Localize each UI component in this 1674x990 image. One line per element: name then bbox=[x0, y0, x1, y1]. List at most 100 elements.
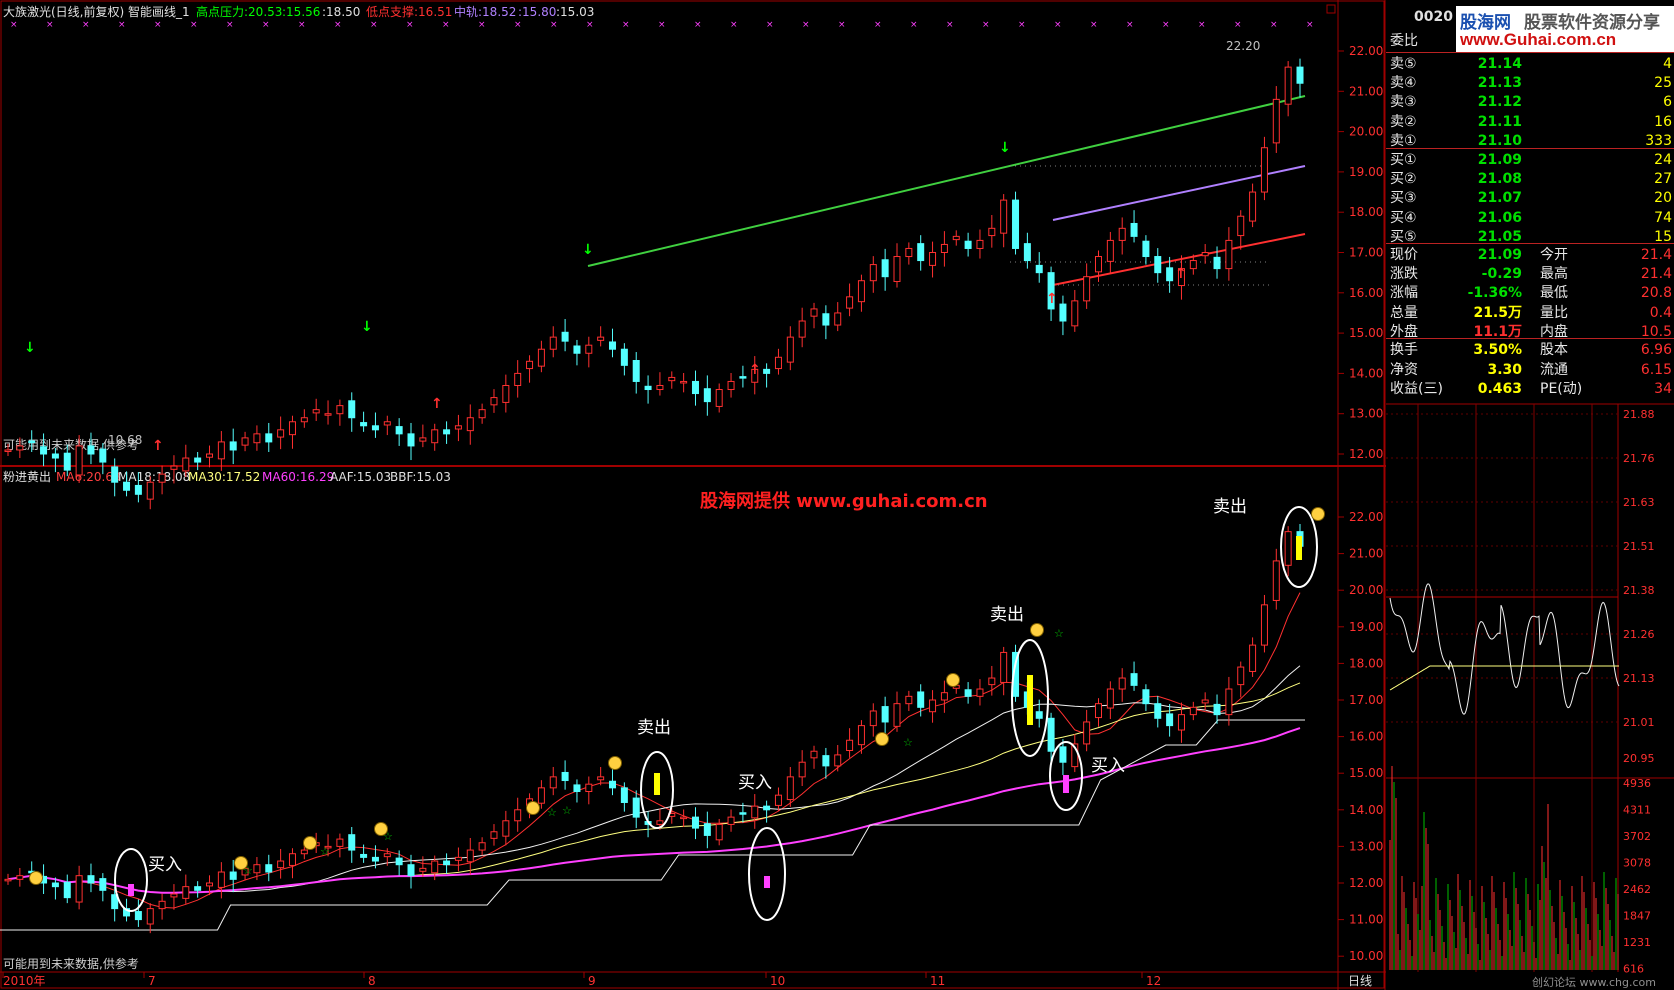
candle-body bbox=[123, 481, 131, 491]
quote-price: 21.14 bbox=[1477, 56, 1522, 72]
candle-body bbox=[940, 243, 948, 254]
candle-body bbox=[75, 875, 83, 903]
candle-body bbox=[656, 384, 664, 391]
y-tick-label: 17.00 bbox=[1349, 246, 1383, 260]
smiley-icon bbox=[608, 756, 622, 770]
candle-body bbox=[834, 312, 842, 326]
y-tick-label: 13.00 bbox=[1349, 839, 1383, 853]
signal-dot: × bbox=[586, 20, 594, 30]
candle-body bbox=[1177, 714, 1185, 731]
candle-body bbox=[371, 425, 379, 431]
signal-bar bbox=[1063, 775, 1069, 793]
candle-body bbox=[763, 805, 771, 811]
candle-body bbox=[158, 900, 166, 910]
y-tick-label: 14.00 bbox=[1349, 366, 1383, 380]
candle-body bbox=[502, 384, 510, 403]
resistance-line bbox=[587, 95, 1306, 267]
aaf-line bbox=[0, 719, 1305, 931]
candle-body bbox=[1296, 66, 1304, 84]
candle-body bbox=[28, 440, 36, 444]
candle-body bbox=[1023, 243, 1031, 262]
candle-body bbox=[857, 725, 865, 746]
candle-body bbox=[1272, 560, 1280, 601]
candle-body bbox=[739, 812, 747, 815]
candle-body bbox=[537, 787, 545, 804]
quote-row: 收益(三) 0.463 34 PE(动) bbox=[1386, 380, 1674, 399]
signal-dot: × bbox=[10, 20, 18, 30]
ma60-label: MA60:16.29 bbox=[262, 470, 334, 484]
quote-volume: 27 bbox=[1654, 171, 1672, 188]
candle-body bbox=[739, 376, 747, 379]
down-arrow-icon: ↓ bbox=[999, 140, 1011, 156]
top-markers: ↓ ↓ ↓ ↓ ↑ ↑ ↑ ↑ ↑ bbox=[24, 140, 1187, 454]
candle-body bbox=[63, 881, 71, 899]
quote-volume: 20.8 bbox=[1640, 285, 1672, 302]
candle-body bbox=[656, 820, 664, 825]
candle-body bbox=[1047, 717, 1055, 752]
intraday-volume-label: 616 bbox=[1623, 963, 1644, 976]
quote-row: 买④ 21.06 74 bbox=[1386, 209, 1674, 228]
signal-dot: × bbox=[1162, 20, 1170, 30]
quote-volume: 74 bbox=[1654, 209, 1672, 226]
candle-body bbox=[360, 422, 368, 427]
candle-body bbox=[1154, 703, 1162, 719]
top-y-axis: 22.00 21.00 20.00 19.00 18.00 17.00 16.00 15.00… bbox=[1338, 44, 1383, 461]
signal-dot: × bbox=[982, 20, 990, 30]
mid-label: 中轨:18.52 bbox=[454, 4, 516, 19]
quote-panel: 委比 卖⑤ 21.14 4 卖④ 21.13 25 卖③ 21.12 6 卖② 21.11 16 卖① 2… bbox=[1386, 0, 1674, 404]
candle-body bbox=[1189, 706, 1197, 716]
candle-body bbox=[1071, 300, 1079, 327]
smiley-icon bbox=[875, 732, 889, 746]
candle-body bbox=[1118, 677, 1126, 690]
candle-body bbox=[976, 239, 984, 249]
intraday-price-label: 21.38 bbox=[1623, 584, 1655, 597]
smiley-icon bbox=[1030, 623, 1044, 637]
quote-volume: 6.15 bbox=[1640, 361, 1672, 378]
candle-body bbox=[229, 871, 237, 880]
aaf-label: AAF:15.03 bbox=[330, 470, 391, 484]
candle-body bbox=[1142, 240, 1150, 258]
smiley-icon bbox=[1311, 507, 1325, 521]
signal-dot: × bbox=[622, 20, 630, 30]
candle-body bbox=[691, 816, 699, 829]
quote-price: 21.07 bbox=[1477, 190, 1522, 207]
bottom-title: 粉进黄出 bbox=[3, 470, 51, 484]
quote-label: 买④ bbox=[1390, 209, 1417, 226]
candle-body bbox=[40, 446, 48, 455]
intraday-price-label: 21.88 bbox=[1623, 408, 1655, 421]
candle-body bbox=[383, 421, 391, 426]
candle-body bbox=[774, 356, 782, 370]
candle-body bbox=[87, 875, 95, 884]
signal-dot: × bbox=[406, 20, 414, 30]
forum-credit: 创幻论坛 www.chg.com bbox=[1532, 975, 1656, 989]
buy-label: 买入 bbox=[738, 773, 772, 793]
candle-body bbox=[241, 437, 249, 446]
candle-body bbox=[703, 823, 711, 836]
quote-price: 21.13 bbox=[1477, 75, 1522, 92]
up-arrow-icon: ↑ bbox=[431, 396, 443, 412]
candle-body bbox=[312, 409, 320, 414]
star-icon: ☆ bbox=[903, 736, 913, 749]
quote-volume: 25 bbox=[1654, 75, 1672, 92]
candle-body bbox=[1106, 688, 1114, 709]
candle-body bbox=[715, 389, 723, 407]
top-footer-note: 可能用到未来数据,供参考 bbox=[3, 437, 139, 452]
candle-body bbox=[217, 441, 225, 460]
intraday-price-label: 21.76 bbox=[1623, 452, 1655, 465]
quote-volume: 6.96 bbox=[1640, 342, 1672, 358]
maximize-button[interactable] bbox=[1326, 4, 1336, 14]
candle-body bbox=[940, 692, 948, 701]
top-title: 大族激光(日线,前复权) 智能画线_1 bbox=[3, 4, 190, 19]
period-label[interactable]: 日线 bbox=[1348, 974, 1372, 988]
candle-body bbox=[407, 433, 415, 447]
candle-body bbox=[632, 360, 640, 382]
candle-body bbox=[1166, 713, 1174, 727]
quote-label: 卖⑤ bbox=[1390, 56, 1417, 72]
quote-row: 卖⑤ 21.14 4 bbox=[1386, 55, 1674, 74]
y-tick-label: 15.00 bbox=[1349, 326, 1383, 340]
candle-body bbox=[1213, 703, 1221, 716]
candle-body bbox=[87, 445, 95, 455]
y-tick-label: 21.00 bbox=[1349, 547, 1383, 561]
candle-body bbox=[1249, 191, 1257, 222]
quote-label-2: 量比 bbox=[1540, 304, 1568, 321]
